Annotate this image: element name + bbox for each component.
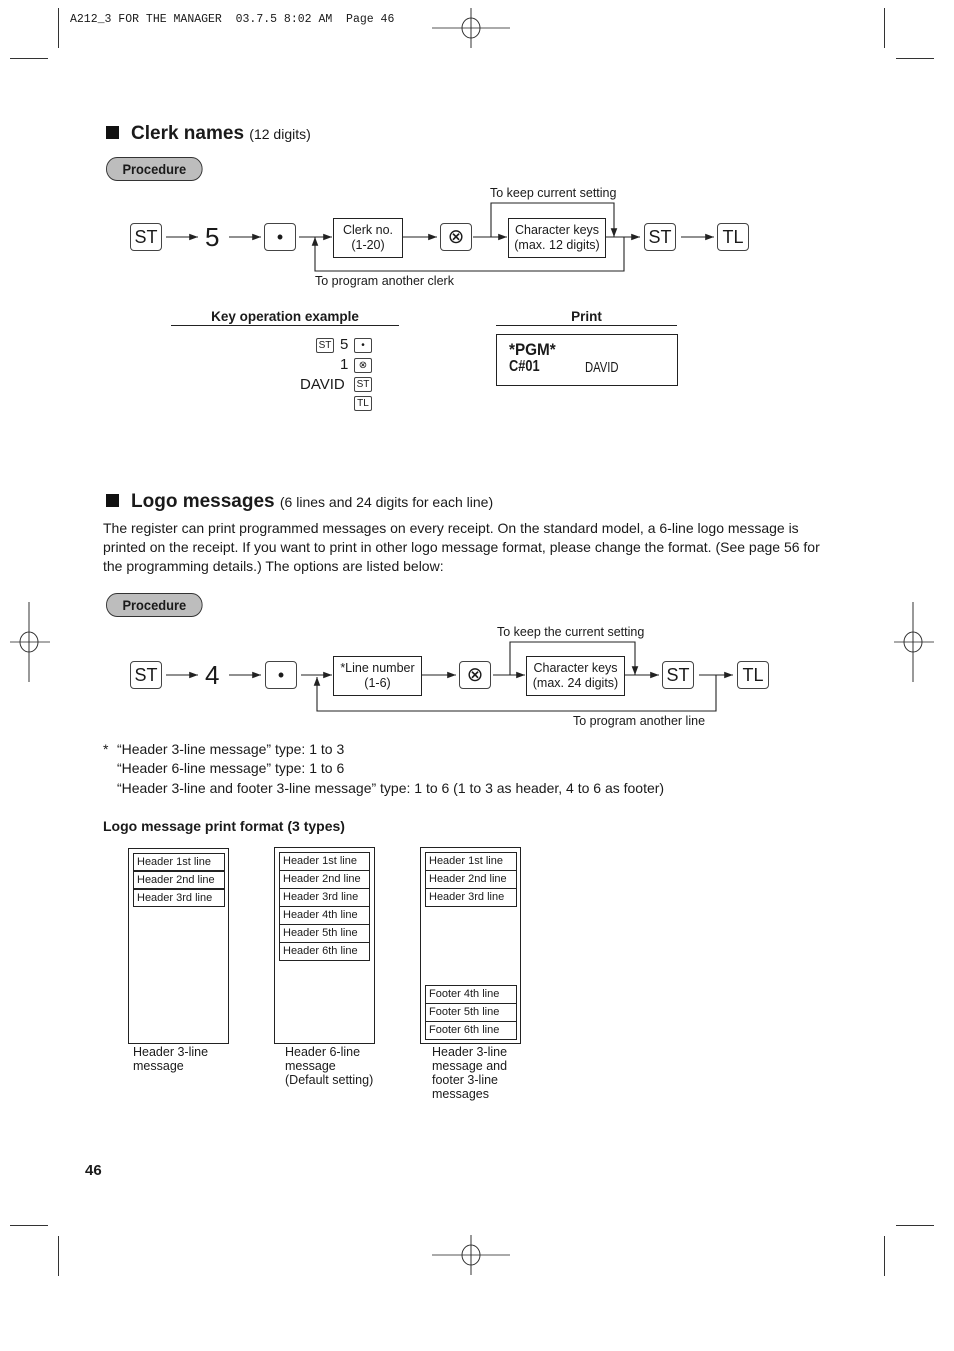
receipt-line: Header 2nd line <box>133 871 225 889</box>
receipt-line: Header 3rd line <box>133 889 225 907</box>
receipt-line: Header 3rd line <box>425 888 517 907</box>
keep-setting-label: To keep the current setting <box>497 625 645 639</box>
st-key: ST <box>662 661 694 689</box>
footnote-marker: * <box>103 741 109 757</box>
footnote-line: “Header 3-line message” type: 1 to 3 <box>117 741 345 757</box>
receipt-line: Header 3rd line <box>279 888 370 907</box>
st-key: ST <box>130 661 162 689</box>
receipt-line: Header 1st line <box>425 852 517 871</box>
multiply-key: ⊗ <box>459 661 491 689</box>
receipt-line: Header 1st line <box>133 853 225 871</box>
footnote-line: “Header 6-line message” type: 1 to 6 <box>117 760 345 776</box>
receipt-line: Footer 5th line <box>425 1003 517 1022</box>
decimal-point-key: • <box>265 661 297 689</box>
receipt-line: Header 1st line <box>279 852 370 871</box>
receipt-line: Header 4th line <box>279 906 370 925</box>
receipt-line: Header 2nd line <box>279 870 370 889</box>
tl-key: TL <box>737 661 769 689</box>
receipt-line: Header 2nd line <box>425 870 517 889</box>
receipt-line: Footer 4th line <box>425 985 517 1004</box>
footnote-line: “Header 3-line and footer 3-line message… <box>117 780 665 796</box>
loop-label: To program another line <box>573 714 706 728</box>
receipt-line: Footer 6th line <box>425 1021 517 1040</box>
receipt-line: Header 5th line <box>279 924 370 943</box>
character-keys-box: Character keys (max. 24 digits) <box>526 656 625 696</box>
receipt-line: Header 6th line <box>279 942 370 961</box>
format-heading: Logo message print format (3 types) <box>103 818 345 834</box>
digit-4: 4 <box>205 660 220 690</box>
format-caption: Header 6-line message (Default setting) <box>285 1045 374 1087</box>
format-caption: Header 3-line message <box>133 1045 209 1073</box>
page-number: 46 <box>85 1162 102 1179</box>
line-number-box: *Line number (1-6) <box>333 656 422 696</box>
format-caption: Header 3-line message and footer 3-line … <box>432 1045 508 1101</box>
